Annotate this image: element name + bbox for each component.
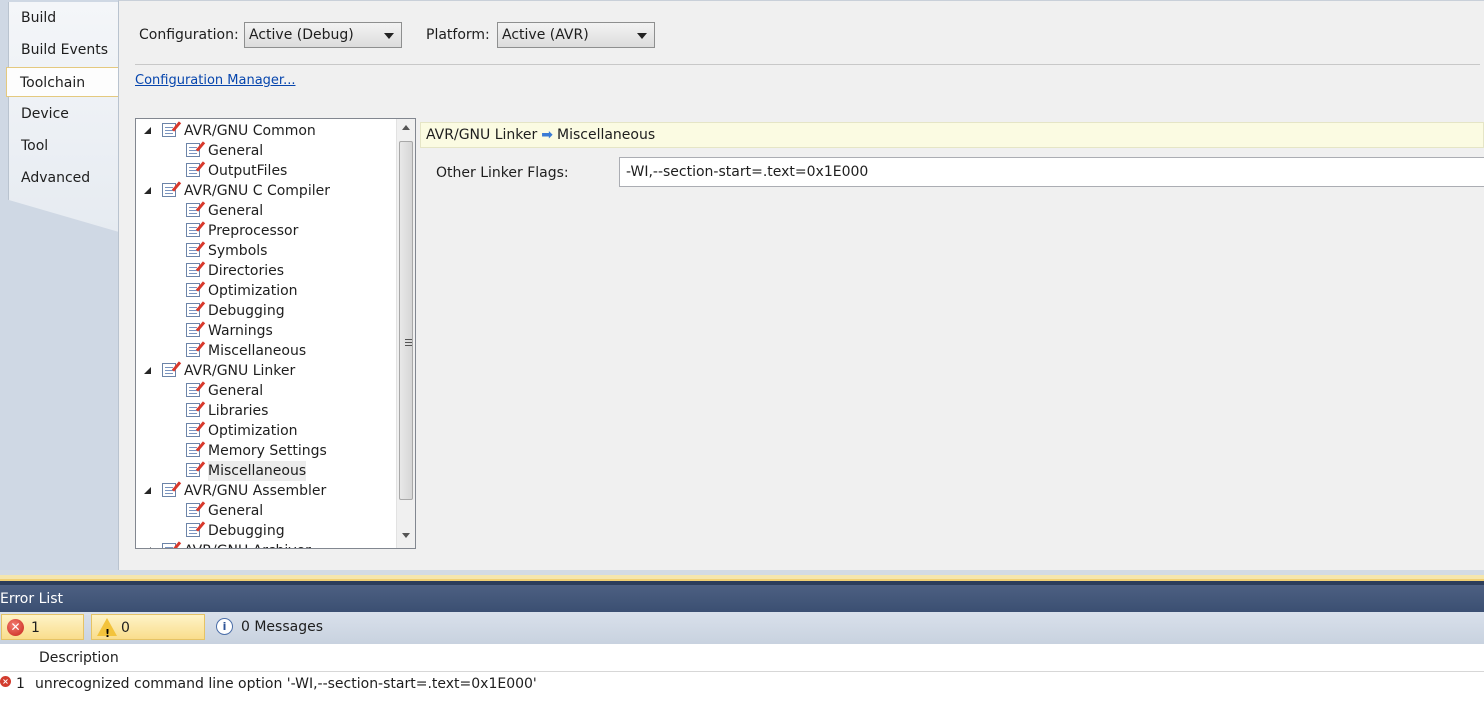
- tab-tool[interactable]: Tool: [8, 131, 119, 161]
- property-page-icon: [186, 383, 200, 397]
- property-page-icon: [186, 143, 200, 157]
- column-description[interactable]: Description: [39, 644, 119, 672]
- expand-toggle-icon[interactable]: [144, 127, 151, 134]
- panel-splitter[interactable]: [0, 570, 1484, 585]
- warnings-filter-button[interactable]: ! 0 Warnings: [91, 614, 205, 662]
- error-icon: ×: [0, 676, 11, 687]
- breadcrumb: AVR/GNU Linker ➡ Miscellaneous: [420, 122, 1484, 148]
- platform-value: Active (AVR): [502, 27, 589, 43]
- tree-item-label: Miscellaneous: [208, 461, 307, 481]
- tree-item-label: AVR/GNU Assembler: [184, 483, 327, 499]
- configuration-value: Active (Debug): [249, 27, 354, 43]
- expand-toggle-icon[interactable]: [144, 487, 151, 494]
- toolchain-tree: AVR/GNU Common General OutputFiles AVR/GNU …: [135, 118, 416, 549]
- toolchain-panel: Configuration: Active (Debug) Platform: …: [118, 0, 1484, 570]
- chevron-down-icon: [384, 33, 394, 39]
- tree-item-label: Optimization: [208, 423, 298, 439]
- scroll-up-icon[interactable]: [402, 125, 410, 130]
- property-page-icon: [162, 123, 176, 137]
- property-page-icon: [186, 263, 200, 277]
- tab-toolchain[interactable]: Toolchain: [6, 67, 120, 97]
- error-icon: ✕: [7, 619, 24, 636]
- property-page-icon: [186, 403, 200, 417]
- tree-item-label: Memory Settings: [208, 443, 327, 459]
- tree-item-label: General: [208, 143, 264, 159]
- scroll-thumb[interactable]: [399, 141, 413, 500]
- property-page-icon: [186, 443, 200, 457]
- error-list-title: Error List: [0, 585, 1484, 612]
- property-page-icon: [186, 223, 200, 237]
- divider: [135, 64, 1480, 65]
- property-page-icon: [186, 423, 200, 437]
- configuration-dropdown[interactable]: Active (Debug): [244, 22, 402, 48]
- property-page-icon: [186, 463, 200, 477]
- property-page-icon: [186, 503, 200, 517]
- error-list-header: Description: [0, 644, 1484, 672]
- tree-item-label: Directories: [208, 263, 285, 279]
- tree-item-label: AVR/GNU Common: [184, 123, 316, 139]
- property-page-icon: [186, 303, 200, 317]
- tab-build-events[interactable]: Build Events: [8, 35, 119, 65]
- platform-label: Platform:: [426, 27, 490, 43]
- grip-icon: [405, 339, 412, 340]
- property-page-icon: [186, 163, 200, 177]
- property-page-icon: [186, 243, 200, 257]
- tree-item-label: Warnings: [208, 323, 273, 339]
- other-linker-flags-label: Other Linker Flags:: [436, 165, 569, 181]
- tree-item-label: Symbols: [208, 243, 268, 259]
- property-page-icon: [186, 283, 200, 297]
- property-page-icon: [186, 523, 200, 537]
- configuration-label: Configuration:: [139, 27, 239, 43]
- configuration-manager-link[interactable]: Configuration Manager...: [135, 73, 295, 88]
- table-row[interactable]: × 1 unrecognized command line option '-W…: [0, 672, 1484, 696]
- arrow-right-icon: ➡: [541, 127, 553, 143]
- row-index: 1: [16, 676, 25, 692]
- tab-build[interactable]: Build: [8, 3, 119, 33]
- error-list-toolbar: ✕ 1 Error ! 0 Warnings i 0 Messages: [0, 612, 1484, 662]
- row-description: unrecognized command line option '-WI,--…: [35, 676, 537, 692]
- errors-filter-button[interactable]: ✕ 1 Error: [1, 614, 84, 662]
- tree-item-label: Miscellaneous: [208, 343, 307, 359]
- scroll-down-icon[interactable]: [402, 533, 410, 538]
- messages-filter-label: 0 Messages: [241, 619, 324, 635]
- tree-item-label: Preprocessor: [208, 223, 299, 239]
- breadcrumb-current: Miscellaneous: [557, 127, 656, 143]
- property-page-icon: [162, 483, 176, 497]
- tree-item-label: Optimization: [208, 283, 298, 299]
- property-page-icon: [186, 343, 200, 357]
- tab-device[interactable]: Device: [8, 99, 119, 129]
- messages-filter-button[interactable]: i 0 Messages: [211, 614, 331, 640]
- tree-item-label: General: [208, 383, 264, 399]
- property-page-icon: [186, 203, 200, 217]
- info-icon: i: [216, 618, 233, 635]
- tree-item-label: OutputFiles: [208, 163, 288, 179]
- breadcrumb-parent: AVR/GNU Linker: [426, 127, 538, 143]
- tree-item-label: Debugging: [208, 523, 285, 539]
- tab-advanced[interactable]: Advanced: [8, 163, 119, 193]
- tree-item-label: General: [208, 503, 264, 519]
- property-page-icon: [162, 543, 176, 548]
- other-linker-flags-input[interactable]: -WI,--section-start=.text=0x1E000: [619, 157, 1484, 187]
- tree-item-label: AVR/GNU C Compiler: [184, 183, 330, 199]
- expand-toggle-icon[interactable]: [144, 187, 151, 194]
- tab-strip: Build Build Events Toolchain Device Tool…: [0, 0, 120, 570]
- tree-item-label: Debugging: [208, 303, 285, 319]
- tree-scrollbar[interactable]: [396, 119, 415, 548]
- warning-icon: !: [97, 618, 117, 640]
- property-page-icon: [186, 323, 200, 337]
- expand-toggle-icon[interactable]: [144, 367, 151, 374]
- chevron-down-icon: [637, 33, 647, 39]
- property-page-icon: [162, 183, 176, 197]
- expand-toggle-icon[interactable]: [144, 547, 151, 548]
- tree-item-label: Libraries: [208, 403, 269, 419]
- property-page-icon: [162, 363, 176, 377]
- tree-item-label: General: [208, 203, 264, 219]
- error-list-panel: Error List ✕ 1 Error ! 0 Warnings i 0 Me…: [0, 585, 1484, 701]
- tree-item-label: AVR/GNU Archiver: [184, 541, 311, 548]
- platform-dropdown[interactable]: Active (AVR): [497, 22, 655, 48]
- tree-item-label: AVR/GNU Linker: [184, 363, 296, 379]
